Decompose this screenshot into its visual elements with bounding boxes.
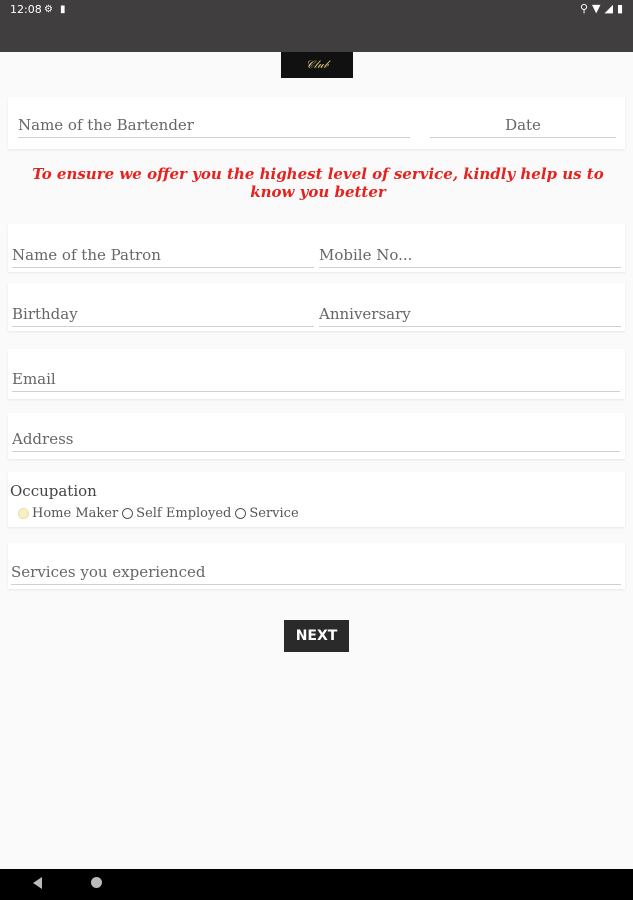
radio-selected-icon[interactable] <box>18 508 29 519</box>
app-logo: 𝒞𝓁𝓊𝒷 <box>281 52 353 78</box>
address-card <box>8 413 625 459</box>
anniversary-input[interactable] <box>319 305 621 323</box>
mobile-field[interactable] <box>319 243 621 268</box>
radio-self-employed[interactable]: Self Employed <box>122 506 231 521</box>
service-notice: To ensure we offer you the highest level… <box>32 165 604 201</box>
mobile-input[interactable] <box>319 246 621 264</box>
dates-card <box>8 283 625 331</box>
status-icons: ⚲ ▼ ◢ ▮ <box>580 2 623 15</box>
date-field[interactable] <box>430 113 616 138</box>
back-icon[interactable] <box>33 877 42 889</box>
next-button[interactable]: NEXT <box>284 620 349 652</box>
signal-icon: ◢ <box>604 2 613 15</box>
logo-icon: 𝒞𝓁𝓊𝒷 <box>305 58 329 71</box>
date-input[interactable] <box>430 116 616 134</box>
app-bar <box>0 20 633 52</box>
address-field[interactable] <box>12 427 620 452</box>
occupation-radio-group: Home Maker Self Employed Service <box>18 506 303 521</box>
status-time: 12:08 <box>10 3 42 16</box>
radio-service[interactable]: Service <box>235 506 299 521</box>
services-input[interactable] <box>11 563 621 581</box>
email-input[interactable] <box>12 370 620 388</box>
radio-empty-icon[interactable] <box>122 508 134 519</box>
navigation-bar <box>0 869 633 900</box>
bartender-name-field[interactable] <box>18 113 410 138</box>
radio-label-home-maker: Home Maker <box>32 506 119 521</box>
birthday-field[interactable] <box>12 302 314 327</box>
radio-label-service: Service <box>249 506 299 521</box>
home-icon[interactable] <box>91 877 102 888</box>
radio-home-maker[interactable]: Home Maker <box>18 506 118 521</box>
address-input[interactable] <box>12 430 620 448</box>
email-field[interactable] <box>12 367 620 392</box>
occupation-card: Occupation Home Maker Self Employed Serv… <box>8 472 625 527</box>
patron-name-input[interactable] <box>12 246 314 264</box>
occupation-label: Occupation <box>10 482 97 500</box>
battery-icon: ▮ <box>616 2 623 15</box>
services-field[interactable] <box>11 560 621 585</box>
gear-icon: ⚙ <box>44 4 53 15</box>
wifi-icon: ▼ <box>592 2 601 15</box>
location-icon: ⚲ <box>579 2 588 15</box>
patron-name-field[interactable] <box>12 243 314 268</box>
bartender-name-input[interactable] <box>18 116 410 134</box>
radio-empty-icon[interactable] <box>235 508 247 519</box>
anniversary-field[interactable] <box>319 302 621 327</box>
radio-label-self-employed: Self Employed <box>136 506 232 521</box>
services-card <box>8 543 625 589</box>
birthday-input[interactable] <box>12 305 314 323</box>
status-bar: 12:08 ⚙ ▮ ⚲ ▼ ◢ ▮ <box>0 0 633 20</box>
patron-card <box>8 224 625 272</box>
sd-card-icon: ▮ <box>60 4 66 15</box>
bartender-card <box>8 97 625 149</box>
email-card <box>8 349 625 399</box>
